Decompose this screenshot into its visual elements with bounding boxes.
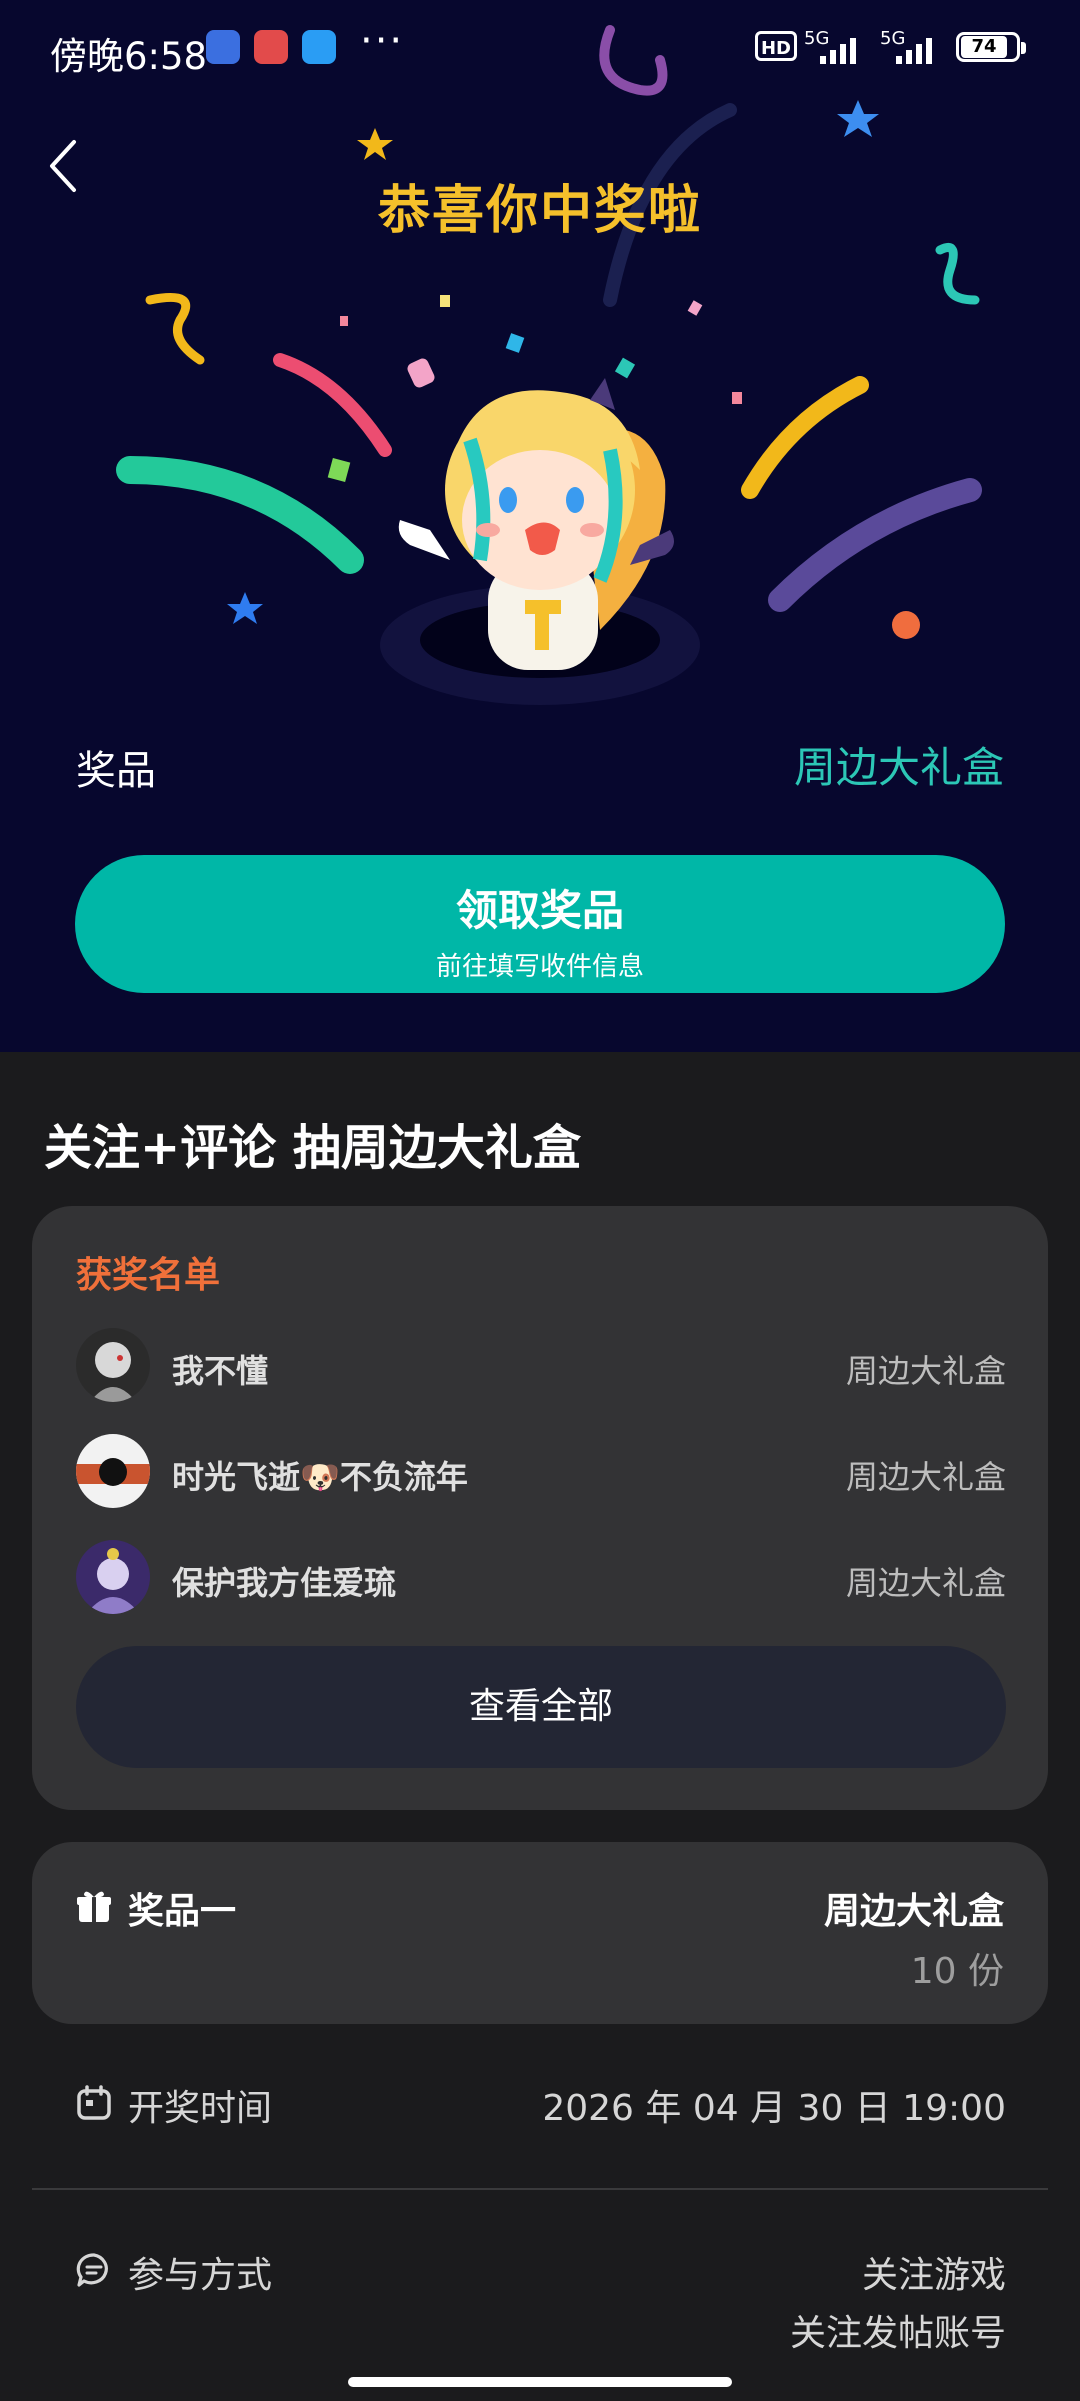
- avatar: [76, 1434, 150, 1508]
- participation-row: 参与方式 关注游戏 关注发帖账号: [76, 2244, 1006, 2364]
- event-title: 关注+评论 抽周边大礼盒: [44, 1120, 581, 1176]
- view-all-button[interactable]: 查看全部: [76, 1646, 1006, 1768]
- game-notification-icon: [254, 30, 288, 64]
- claim-prize-button[interactable]: 领取奖品 前往填写收件信息: [75, 855, 1005, 993]
- draw-time-label: 开奖时间: [128, 2088, 273, 2129]
- winners-heading: 获奖名单: [76, 1255, 221, 1296]
- participation-method-2: 关注发帖账号: [789, 2313, 1006, 2354]
- claim-button-sublabel: 前往填写收件信息: [435, 952, 644, 982]
- chat-icon: [76, 2253, 108, 2287]
- send-notification-icon: [302, 30, 336, 64]
- hd-icon: HD: [755, 31, 797, 61]
- prize-tier-label: 奖品一: [128, 1891, 237, 1932]
- participation-method-1: 关注游戏: [861, 2255, 1006, 2296]
- prize-tier-count: 10 份: [910, 1951, 1004, 1992]
- hero-banner: 傍晚6:58 ··· HD 5G 5G 74 恭喜你中奖啦 奖品 周边大礼盒 领…: [0, 0, 1080, 1052]
- divider: [32, 2188, 1048, 2190]
- congrats-title: 恭喜你中奖啦: [377, 181, 702, 241]
- signal-icon-2: [896, 38, 932, 64]
- participation-label: 参与方式: [128, 2255, 273, 2296]
- battery-icon: 74: [956, 32, 1026, 62]
- gift-icon: [77, 1891, 111, 1922]
- prize-label: 奖品: [76, 748, 156, 794]
- winner-prize: 周边大礼盒: [845, 1564, 1006, 1602]
- battery-level: 74: [961, 36, 1007, 58]
- claim-button-label: 领取奖品: [455, 886, 624, 935]
- winners-card: 获奖名单 我不懂 周边大礼盒 时光飞逝🐶不负流年 周边大礼盒 保护我方佳爱琉 周…: [32, 1206, 1048, 1810]
- signal-icon: [820, 38, 856, 64]
- calendar-icon: [77, 2085, 111, 2120]
- avatar: [76, 1540, 150, 1614]
- prize-tier-value: 周边大礼盒: [823, 1891, 1004, 1932]
- status-bar: 傍晚6:58 ··· HD 5G 5G 74: [0, 0, 1080, 96]
- winner-row[interactable]: 保护我方佳爱琉 周边大礼盒: [76, 1540, 1006, 1616]
- prize-detail-card: 奖品一 周边大礼盒 10 份: [32, 1842, 1048, 2024]
- winner-name: 我不懂: [172, 1352, 269, 1390]
- app-notification-icon: [206, 30, 240, 64]
- status-time: 傍晚6:58: [50, 35, 208, 78]
- winner-row[interactable]: 我不懂 周边大礼盒: [76, 1328, 1006, 1404]
- winner-prize: 周边大礼盒: [845, 1352, 1006, 1390]
- avatar: [76, 1328, 150, 1402]
- winner-name: 保护我方佳爱琉: [172, 1564, 397, 1602]
- winner-name: 时光飞逝🐶不负流年: [172, 1458, 468, 1496]
- more-notifications-icon: ···: [360, 18, 405, 64]
- prize-value: 周边大礼盒: [793, 743, 1004, 792]
- celebration-illustration: [116, 25, 982, 705]
- winner-row[interactable]: 时光飞逝🐶不负流年 周边大礼盒: [76, 1434, 1006, 1510]
- draw-time-row: 开奖时间 2026 年 04 月 30 日 19:00: [76, 2077, 1006, 2137]
- draw-time-value: 2026 年 04 月 30 日 19:00: [542, 2088, 1006, 2129]
- winner-prize: 周边大礼盒: [845, 1458, 1006, 1496]
- home-indicator[interactable]: [348, 2377, 732, 2387]
